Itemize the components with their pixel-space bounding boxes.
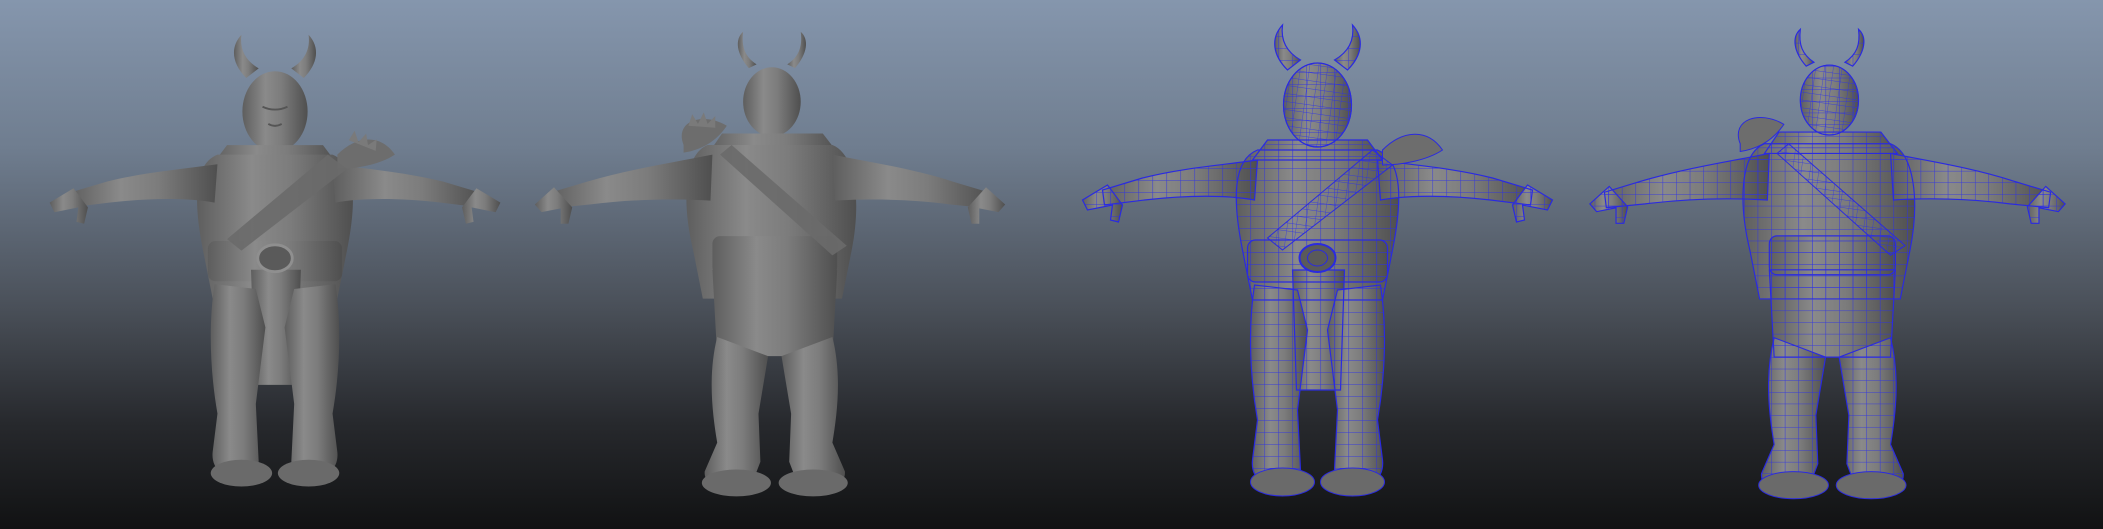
character-back-wireframe: [1585, 0, 2070, 529]
character-front-wireframe: [1065, 0, 1570, 529]
character-front-shaded-model: [49, 34, 501, 487]
character-front-wireframe-model: [1081, 24, 1554, 497]
viewport: [0, 0, 2103, 529]
character-back-shaded-model: [534, 31, 1006, 497]
character-back-shaded: [530, 0, 1010, 529]
character-back-wireframe-model: [1589, 28, 2066, 500]
character-front-shaded: [40, 0, 510, 529]
